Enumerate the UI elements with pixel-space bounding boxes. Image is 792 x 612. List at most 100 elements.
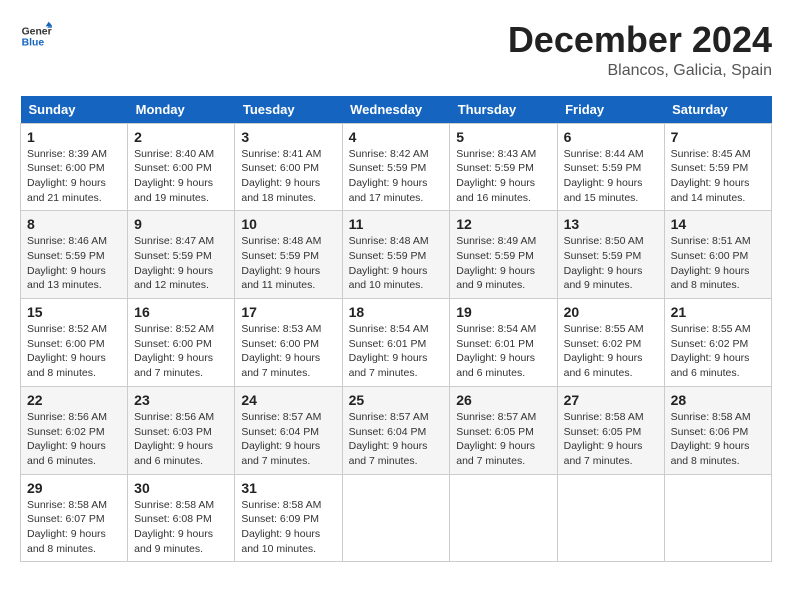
day-detail: Sunrise: 8:39 AMSunset: 6:00 PMDaylight:…	[27, 148, 107, 204]
day-detail: Sunrise: 8:55 AMSunset: 6:02 PMDaylight:…	[564, 323, 644, 379]
calendar-day-cell: 25 Sunrise: 8:57 AMSunset: 6:04 PMDaylig…	[342, 386, 450, 474]
day-detail: Sunrise: 8:56 AMSunset: 6:03 PMDaylight:…	[134, 411, 214, 467]
weekday-header: Sunday	[21, 96, 128, 124]
day-number: 1	[27, 129, 121, 145]
calendar-week-row: 15 Sunrise: 8:52 AMSunset: 6:00 PMDaylig…	[21, 299, 772, 387]
day-number: 30	[134, 480, 228, 496]
calendar-day-cell: 15 Sunrise: 8:52 AMSunset: 6:00 PMDaylig…	[21, 299, 128, 387]
day-number: 16	[134, 304, 228, 320]
day-number: 23	[134, 392, 228, 408]
calendar-day-cell: 22 Sunrise: 8:56 AMSunset: 6:02 PMDaylig…	[21, 386, 128, 474]
day-number: 8	[27, 216, 121, 232]
day-detail: Sunrise: 8:56 AMSunset: 6:02 PMDaylight:…	[27, 411, 107, 467]
day-number: 15	[27, 304, 121, 320]
day-detail: Sunrise: 8:58 AMSunset: 6:08 PMDaylight:…	[134, 499, 214, 555]
calendar-day-cell: 27 Sunrise: 8:58 AMSunset: 6:05 PMDaylig…	[557, 386, 664, 474]
day-detail: Sunrise: 8:48 AMSunset: 5:59 PMDaylight:…	[241, 235, 321, 291]
day-detail: Sunrise: 8:52 AMSunset: 6:00 PMDaylight:…	[27, 323, 107, 379]
calendar-table: SundayMondayTuesdayWednesdayThursdayFrid…	[20, 96, 772, 563]
day-number: 27	[564, 392, 658, 408]
calendar-day-cell: 19 Sunrise: 8:54 AMSunset: 6:01 PMDaylig…	[450, 299, 557, 387]
calendar-week-row: 22 Sunrise: 8:56 AMSunset: 6:02 PMDaylig…	[21, 386, 772, 474]
calendar-day-cell: 20 Sunrise: 8:55 AMSunset: 6:02 PMDaylig…	[557, 299, 664, 387]
day-number: 26	[456, 392, 550, 408]
calendar-day-cell	[664, 474, 771, 562]
day-number: 12	[456, 216, 550, 232]
day-number: 3	[241, 129, 335, 145]
calendar-day-cell: 2 Sunrise: 8:40 AMSunset: 6:00 PMDayligh…	[128, 123, 235, 211]
calendar-day-cell: 30 Sunrise: 8:58 AMSunset: 6:08 PMDaylig…	[128, 474, 235, 562]
weekday-header: Monday	[128, 96, 235, 124]
day-detail: Sunrise: 8:58 AMSunset: 6:09 PMDaylight:…	[241, 499, 321, 555]
day-number: 22	[27, 392, 121, 408]
day-number: 18	[349, 304, 444, 320]
day-detail: Sunrise: 8:54 AMSunset: 6:01 PMDaylight:…	[456, 323, 536, 379]
day-number: 20	[564, 304, 658, 320]
day-number: 29	[27, 480, 121, 496]
day-number: 7	[671, 129, 765, 145]
month-title: December 2024	[508, 20, 772, 60]
calendar-day-cell: 8 Sunrise: 8:46 AMSunset: 5:59 PMDayligh…	[21, 211, 128, 299]
day-number: 31	[241, 480, 335, 496]
title-section: December 2024 Blancos, Galicia, Spain	[508, 20, 772, 80]
calendar-day-cell: 16 Sunrise: 8:52 AMSunset: 6:00 PMDaylig…	[128, 299, 235, 387]
day-detail: Sunrise: 8:43 AMSunset: 5:59 PMDaylight:…	[456, 148, 536, 204]
day-number: 10	[241, 216, 335, 232]
day-number: 5	[456, 129, 550, 145]
day-detail: Sunrise: 8:49 AMSunset: 5:59 PMDaylight:…	[456, 235, 536, 291]
calendar-week-row: 29 Sunrise: 8:58 AMSunset: 6:07 PMDaylig…	[21, 474, 772, 562]
day-detail: Sunrise: 8:44 AMSunset: 5:59 PMDaylight:…	[564, 148, 644, 204]
calendar-day-cell: 12 Sunrise: 8:49 AMSunset: 5:59 PMDaylig…	[450, 211, 557, 299]
calendar-day-cell: 5 Sunrise: 8:43 AMSunset: 5:59 PMDayligh…	[450, 123, 557, 211]
day-number: 6	[564, 129, 658, 145]
day-detail: Sunrise: 8:58 AMSunset: 6:05 PMDaylight:…	[564, 411, 644, 467]
logo-icon: General Blue	[20, 20, 52, 52]
day-number: 13	[564, 216, 658, 232]
location-title: Blancos, Galicia, Spain	[508, 62, 772, 80]
svg-text:Blue: Blue	[22, 38, 45, 49]
day-number: 14	[671, 216, 765, 232]
day-detail: Sunrise: 8:46 AMSunset: 5:59 PMDaylight:…	[27, 235, 107, 291]
day-number: 11	[349, 216, 444, 232]
day-detail: Sunrise: 8:57 AMSunset: 6:04 PMDaylight:…	[349, 411, 429, 467]
day-number: 25	[349, 392, 444, 408]
calendar-day-cell: 11 Sunrise: 8:48 AMSunset: 5:59 PMDaylig…	[342, 211, 450, 299]
day-detail: Sunrise: 8:58 AMSunset: 6:06 PMDaylight:…	[671, 411, 751, 467]
calendar-day-cell: 13 Sunrise: 8:50 AMSunset: 5:59 PMDaylig…	[557, 211, 664, 299]
day-number: 24	[241, 392, 335, 408]
weekday-header: Saturday	[664, 96, 771, 124]
calendar-day-cell: 24 Sunrise: 8:57 AMSunset: 6:04 PMDaylig…	[235, 386, 342, 474]
calendar-day-cell: 9 Sunrise: 8:47 AMSunset: 5:59 PMDayligh…	[128, 211, 235, 299]
weekday-header-row: SundayMondayTuesdayWednesdayThursdayFrid…	[21, 96, 772, 124]
calendar-day-cell: 17 Sunrise: 8:53 AMSunset: 6:00 PMDaylig…	[235, 299, 342, 387]
calendar-day-cell: 10 Sunrise: 8:48 AMSunset: 5:59 PMDaylig…	[235, 211, 342, 299]
day-detail: Sunrise: 8:53 AMSunset: 6:00 PMDaylight:…	[241, 323, 321, 379]
calendar-day-cell: 1 Sunrise: 8:39 AMSunset: 6:00 PMDayligh…	[21, 123, 128, 211]
day-detail: Sunrise: 8:50 AMSunset: 5:59 PMDaylight:…	[564, 235, 644, 291]
day-detail: Sunrise: 8:40 AMSunset: 6:00 PMDaylight:…	[134, 148, 214, 204]
weekday-header: Wednesday	[342, 96, 450, 124]
weekday-header: Friday	[557, 96, 664, 124]
calendar-day-cell	[342, 474, 450, 562]
day-detail: Sunrise: 8:54 AMSunset: 6:01 PMDaylight:…	[349, 323, 429, 379]
day-number: 28	[671, 392, 765, 408]
day-detail: Sunrise: 8:42 AMSunset: 5:59 PMDaylight:…	[349, 148, 429, 204]
day-detail: Sunrise: 8:45 AMSunset: 5:59 PMDaylight:…	[671, 148, 751, 204]
calendar-week-row: 1 Sunrise: 8:39 AMSunset: 6:00 PMDayligh…	[21, 123, 772, 211]
day-detail: Sunrise: 8:41 AMSunset: 6:00 PMDaylight:…	[241, 148, 321, 204]
day-detail: Sunrise: 8:48 AMSunset: 5:59 PMDaylight:…	[349, 235, 429, 291]
day-detail: Sunrise: 8:52 AMSunset: 6:00 PMDaylight:…	[134, 323, 214, 379]
calendar-day-cell: 21 Sunrise: 8:55 AMSunset: 6:02 PMDaylig…	[664, 299, 771, 387]
weekday-header: Thursday	[450, 96, 557, 124]
svg-text:General: General	[22, 26, 52, 37]
calendar-day-cell	[557, 474, 664, 562]
day-number: 21	[671, 304, 765, 320]
calendar-day-cell: 7 Sunrise: 8:45 AMSunset: 5:59 PMDayligh…	[664, 123, 771, 211]
calendar-day-cell: 14 Sunrise: 8:51 AMSunset: 6:00 PMDaylig…	[664, 211, 771, 299]
day-detail: Sunrise: 8:57 AMSunset: 6:05 PMDaylight:…	[456, 411, 536, 467]
calendar-day-cell: 3 Sunrise: 8:41 AMSunset: 6:00 PMDayligh…	[235, 123, 342, 211]
calendar-day-cell: 4 Sunrise: 8:42 AMSunset: 5:59 PMDayligh…	[342, 123, 450, 211]
calendar-day-cell: 29 Sunrise: 8:58 AMSunset: 6:07 PMDaylig…	[21, 474, 128, 562]
calendar-day-cell: 6 Sunrise: 8:44 AMSunset: 5:59 PMDayligh…	[557, 123, 664, 211]
day-detail: Sunrise: 8:58 AMSunset: 6:07 PMDaylight:…	[27, 499, 107, 555]
